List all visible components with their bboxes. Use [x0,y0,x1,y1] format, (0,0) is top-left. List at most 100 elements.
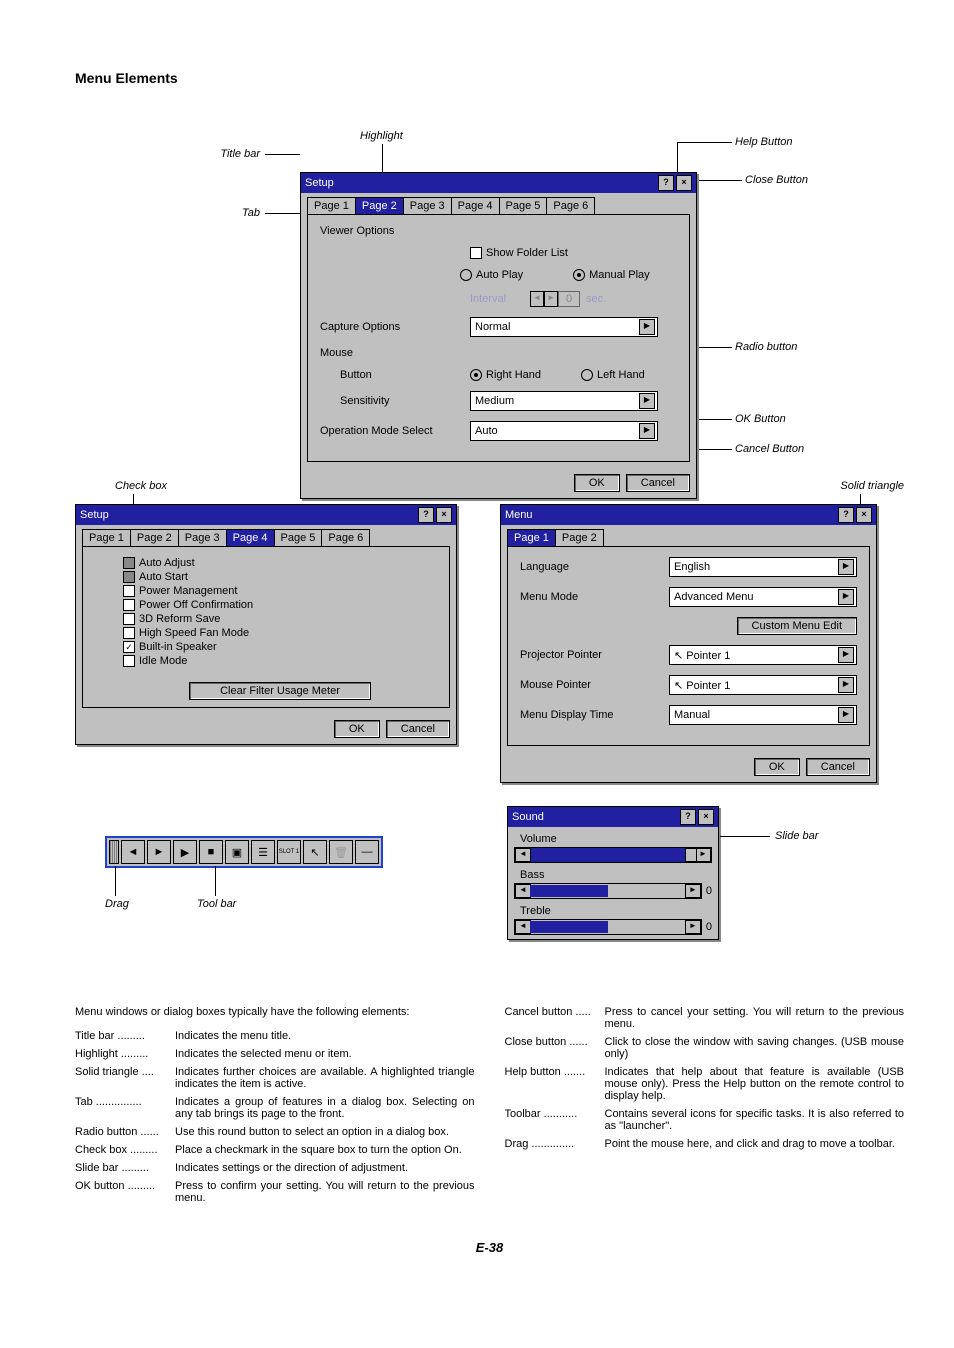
radio-left-hand[interactable]: Left Hand [581,369,645,381]
check-3d-reform-save[interactable]: 3D Reform Save [123,613,437,625]
check-power-off-confirmation[interactable]: Power Off Confirmation [123,599,437,611]
dialog-menu: Menu ?× Page 1 Page 2 Language English▶ … [500,504,877,783]
play-icon[interactable]: ▶ [173,840,197,864]
minimize-icon[interactable]: — [355,840,379,864]
capture-dropdown[interactable]: Normal▶ [470,317,658,337]
tab-page1[interactable]: Page 1 [82,529,131,546]
close-button[interactable]: × [436,507,452,523]
checkbox-icon [123,655,135,667]
trash-icon[interactable]: 🗑 [329,840,353,864]
slider-left-icon[interactable]: ◄ [515,920,531,934]
check-label: Auto Start [139,571,188,583]
mouse-pointer-dropdown[interactable]: ↖ Pointer 1▶ [669,675,857,695]
check-power-management[interactable]: Power Management [123,585,437,597]
radio-right-hand[interactable]: Right Hand [470,369,541,381]
definition-slide-bar: Slide bar .........Indicates settings or… [75,1162,475,1174]
tab-page1[interactable]: Page 1 [507,529,556,546]
checkbox-icon [123,571,135,583]
interval-spinner[interactable]: ◄► 0 [530,291,580,307]
section-title: Menu Elements [75,70,904,86]
check-built-in-speaker[interactable]: ✓Built-in Speaker [123,641,437,653]
bass-label: Bass [520,869,712,881]
slider-right-icon[interactable]: ► [695,848,711,862]
slider-left-icon[interactable]: ◄ [515,848,531,862]
radio-manual-play[interactable]: Manual Play [573,269,650,281]
definition-check-box: Check box .........Place a checkmark in … [75,1144,475,1156]
solid-triangle-icon: ▶ [838,589,854,605]
language-dropdown[interactable]: English▶ [669,557,857,577]
definition-help-button: Help button .......Indicates that help a… [505,1066,905,1102]
bass-value: 0 [706,885,712,897]
radio-label: Auto Play [476,269,523,281]
treble-slider[interactable]: ◄ ► [514,919,702,935]
tab-page3[interactable]: Page 3 [403,197,452,214]
sensitivity-dropdown[interactable]: Medium▶ [470,391,658,411]
check-auto-adjust[interactable]: Auto Adjust [123,557,437,569]
ok-button[interactable]: OK [334,720,380,738]
toolbar-launcher[interactable]: ◄ ► ▶ ■ ▣ ☰ SLOT 1 ↖ 🗑 — [105,836,383,868]
radio-auto-play[interactable]: Auto Play [460,269,523,281]
check-auto-start[interactable]: Auto Start [123,571,437,583]
pointer-icon[interactable]: ↖ [303,840,327,864]
cancel-button[interactable]: Cancel [386,720,450,738]
next-icon[interactable]: ► [147,840,171,864]
checkbox-icon [123,585,135,597]
slot-icon[interactable]: SLOT 1 [277,840,301,864]
help-button[interactable]: ? [418,507,434,523]
clear-filter-button[interactable]: Clear Filter Usage Meter [189,682,371,700]
close-button[interactable]: × [856,507,872,523]
list-icon[interactable]: ☰ [251,840,275,864]
proj-pointer-dropdown[interactable]: ↖ Pointer 1▶ [669,645,857,665]
solid-triangle-icon: ▶ [838,559,854,575]
tab-page6[interactable]: Page 6 [546,197,595,214]
help-button[interactable]: ? [680,809,696,825]
check-idle-mode[interactable]: Idle Mode [123,655,437,667]
display-time-dropdown[interactable]: Manual▶ [669,705,857,725]
callout-check-box: Check box [115,480,167,492]
tab-page5[interactable]: Page 5 [499,197,548,214]
check-show-folder[interactable]: Show Folder List [470,247,568,259]
def-term: Title bar ......... [75,1030,171,1042]
slider-right-icon[interactable]: ► [685,920,701,934]
def-desc: Indicates a group of features in a dialo… [171,1096,475,1120]
tab-page1[interactable]: Page 1 [307,197,356,214]
slider-thumb[interactable] [685,848,697,862]
solid-triangle-icon: ▶ [838,707,854,723]
tab-page2[interactable]: Page 2 [355,197,404,214]
solid-triangle-icon: ▶ [639,423,655,439]
window-icon[interactable]: ▣ [225,840,249,864]
stop-icon[interactable]: ■ [199,840,223,864]
bass-slider[interactable]: ◄ ► [514,883,702,899]
tab-page4[interactable]: Page 4 [226,529,275,546]
def-desc: Contains several icons for specific task… [601,1108,905,1132]
slider-right-icon[interactable]: ► [685,884,701,898]
help-button[interactable]: ? [838,507,854,523]
prev-icon[interactable]: ◄ [121,840,145,864]
help-button[interactable]: ? [658,175,674,191]
slider-left-icon[interactable]: ◄ [515,884,531,898]
callout-slide-bar: Slide bar [775,830,818,842]
cancel-button[interactable]: Cancel [806,758,870,776]
def-term: Tab ............... [75,1096,171,1120]
custom-menu-edit-button[interactable]: Custom Menu Edit [737,617,857,635]
check-label: Idle Mode [139,655,187,667]
def-term: Highlight ......... [75,1048,171,1060]
tab-page4[interactable]: Page 4 [451,197,500,214]
titlebar: Sound ?× [508,807,718,827]
drag-handle[interactable] [109,840,119,864]
tab-page5[interactable]: Page 5 [274,529,323,546]
check-high-speed-fan-mode[interactable]: High Speed Fan Mode [123,627,437,639]
solid-triangle-icon: ▶ [838,647,854,663]
tab-page2[interactable]: Page 2 [555,529,604,546]
volume-slider[interactable]: ◄ ► [514,847,712,863]
close-button[interactable]: × [698,809,714,825]
def-term: OK button ......... [75,1180,171,1204]
ok-button[interactable]: OK [754,758,800,776]
op-mode-dropdown[interactable]: Auto▶ [470,421,658,441]
tab-page2[interactable]: Page 2 [130,529,179,546]
menu-mode-dropdown[interactable]: Advanced Menu▶ [669,587,857,607]
definition-highlight: Highlight .........Indicates the selecte… [75,1048,475,1060]
tab-page3[interactable]: Page 3 [178,529,227,546]
close-button[interactable]: × [676,175,692,191]
tab-page6[interactable]: Page 6 [321,529,370,546]
